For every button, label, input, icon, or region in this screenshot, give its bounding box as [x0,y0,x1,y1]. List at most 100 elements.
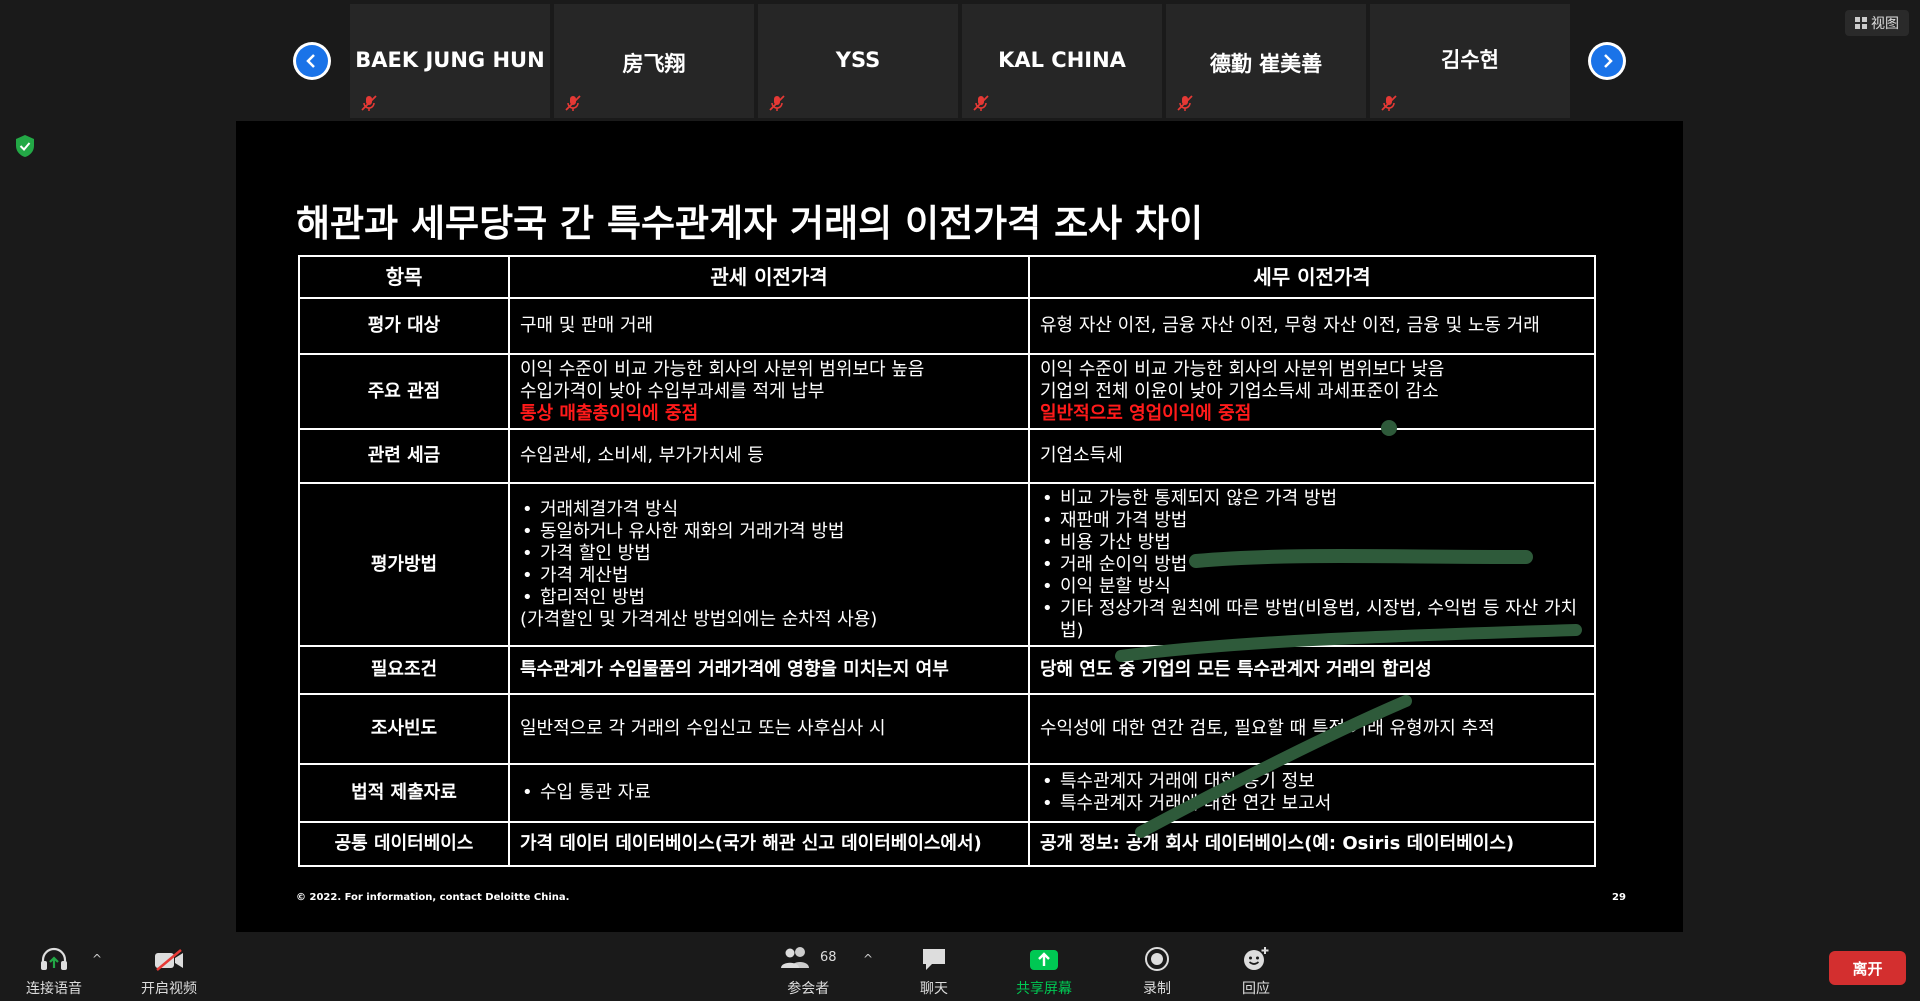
list-item: 거래체결가격 방식 [520,499,1018,521]
slide-footer: © 2022. For information, contact Deloitt… [296,892,570,903]
table-header-row: 항목 관세 이전가격 세무 이전가격 [298,255,1596,299]
column-header: 세무 이전가격 [1028,255,1596,299]
customs-cell: 구매 및 판매 거래 [508,297,1030,355]
row-label: 법적 제출자료 [298,763,510,823]
row-label: 관련 세금 [298,428,510,484]
list-item: 비용 가산 방법 [1040,532,1584,554]
participant-name: KAL CHINA [998,48,1126,72]
column-header: 항목 [298,255,510,299]
participant-tile[interactable]: 김수현 [1370,4,1570,118]
table-row: 평가방법 거래체결가격 방식 동일하거나 유사한 재화의 거래가격 방법 가격 … [298,482,1596,647]
row-label: 평가방법 [298,482,510,647]
start-video-button[interactable]: 开启视频 [141,942,197,998]
customs-cell: 수입 통관 자료 [508,763,1030,823]
cell-line: 수입가격이 낮아 수입부과세를 적게 납부 [520,380,825,402]
gallery-prev-button[interactable] [293,42,331,80]
table-row: 필요조건 특수관계가 수입물품의 거래가격에 영향을 미치는지 여부 당해 연도… [298,645,1596,695]
chat-label: 聊天 [920,981,948,997]
meeting-toolbar: 连接语音 ^ 开启视频 68 参会者 ^ 聊天 共享屏幕 录制 回应 [0,932,1920,1001]
record-button[interactable]: 录制 [1143,942,1171,998]
participant-gallery: BAEK JUNG HUN 房飞翔 YSS KAL CHINA 德勤 崔美善 김… [0,0,1920,121]
reactions-button[interactable]: 回应 [1242,942,1270,998]
participant-name: 김수현 [1441,48,1499,72]
participants-count: 68 [820,949,837,965]
participants-icon [781,947,809,968]
record-label: 录制 [1143,981,1171,997]
participants-options-caret[interactable]: ^ [863,952,873,966]
customs-cell: 수입관세, 소비세, 부가가치세 등 [508,428,1030,484]
document-list: 수입 통관 자료 [520,782,1018,804]
mic-muted-icon [1381,95,1397,111]
participant-tile[interactable]: 房飞翔 [554,4,754,118]
customs-cell: 일반적으로 각 거래의 수입신고 또는 사후심사 시 [508,693,1030,765]
slide-title: 해관과 세무당국 간 특수관계자 거래의 이전가격 조사 차이 [296,202,1204,245]
gallery-next-button[interactable] [1588,42,1626,80]
shared-screen: 해관과 세무당국 간 특수관계자 거래의 이전가격 조사 차이 항목 관세 이전… [236,121,1683,932]
table-row: 평가 대상 구매 및 판매 거래 유형 자산 이전, 금융 자산 이전, 무형 … [298,297,1596,355]
emoji-add-icon [1242,942,1270,972]
row-label: 평가 대상 [298,297,510,355]
participant-name: YSS [835,48,881,72]
participant-name: 房飞翔 [622,52,686,76]
tax-cell: 당해 연도 중 기업의 모든 특수관계자 거래의 합리성 [1028,645,1596,695]
list-item: 가격 할인 방법 [520,543,1018,565]
list-item: 이익 분할 방식 [1040,576,1584,598]
mic-muted-icon [973,95,989,111]
headphones-icon [39,942,69,972]
column-header: 관세 이전가격 [508,255,1030,299]
reactions-label: 回应 [1242,981,1270,997]
share-screen-button[interactable]: 共享屏幕 [1016,942,1072,998]
audio-options-caret[interactable]: ^ [92,952,102,966]
chat-button[interactable]: 聊天 [920,942,948,998]
table-row: 주요 관점 이익 수준이 비교 가능한 회사의 사분위 범위보다 높음 수입가격… [298,353,1596,430]
row-label: 필요조건 [298,645,510,695]
customs-cell: 거래체결가격 방식 동일하거나 유사한 재화의 거래가격 방법 가격 할인 방법… [508,482,1030,647]
tax-cell: 이익 수준이 비교 가능한 회사의 사분위 범위보다 낮음 기업의 전체 이윤이… [1028,353,1596,430]
grid-icon [1855,17,1867,29]
participant-tile[interactable]: 德勤 崔美善 [1166,4,1366,118]
mic-muted-icon [1177,95,1193,111]
mic-muted-icon [769,95,785,111]
cell-line: 기업의 전체 이윤이 낮아 기업소득세 과세표준이 감소 [1040,380,1439,402]
table-row: 법적 제출자료 수입 통관 자료 특수관계자 거래에 대한 동기 정보 특수관계… [298,763,1596,823]
list-item: 재판매 가격 방법 [1040,510,1584,532]
view-button[interactable]: 视图 [1845,10,1909,36]
participants-label: 参会者 [787,981,830,997]
list-item: 특수관계자 거래에 대한 동기 정보 [1040,771,1584,793]
list-item: 가격 계산법 [520,565,1018,587]
video-off-icon [153,942,185,972]
chat-icon [920,942,948,972]
participants-button[interactable]: 68 参会者 [780,942,837,998]
list-item: 특수관계자 거래에 대한 연간 보고서 [1040,793,1584,815]
security-shield-icon[interactable] [14,134,36,158]
list-item: 거래 순이익 방법 [1040,554,1584,576]
tax-cell: 유형 자산 이전, 금융 자산 이전, 무형 자산 이전, 금융 및 노동 거래 [1028,297,1596,355]
customs-cell: 가격 데이터 데이터베이스(국가 해관 신고 데이터베이스에서) [508,821,1030,867]
method-list: 거래체결가격 방식 동일하거나 유사한 재화의 거래가격 방법 가격 할인 방법… [520,499,1018,609]
row-label: 공통 데이터베이스 [298,821,510,867]
participant-name: 德勤 崔美善 [1209,52,1323,76]
tax-cell: 비교 가능한 통제되지 않은 가격 방법 재판매 가격 방법 비용 가산 방법 … [1028,482,1596,647]
table-row: 조사빈도 일반적으로 각 거래의 수입신고 또는 사후심사 시 수익성에 대한 … [298,693,1596,765]
cell-emphasis: 통상 매출총이익에 중점 [520,402,699,424]
participant-tile[interactable]: YSS [758,4,958,118]
tax-cell: 기업소득세 [1028,428,1596,484]
table-row: 관련 세금 수입관세, 소비세, 부가가치세 등 기업소득세 [298,428,1596,484]
join-audio-button[interactable]: 连接语音 [26,942,82,998]
list-item: 합리적인 방법 [520,587,1018,609]
tax-cell: 공개 정보: 공개 회사 데이터베이스(예: Osiris 데이터베이스) [1028,821,1596,867]
share-screen-label: 共享屏幕 [1016,981,1072,997]
leave-meeting-button[interactable]: 离开 [1829,951,1906,985]
chevron-left-icon [296,45,328,77]
share-screen-icon [1029,942,1059,972]
row-label: 주요 관점 [298,353,510,430]
cell-line: 이익 수준이 비교 가능한 회사의 사분위 범위보다 높음 [520,358,925,380]
customs-cell: 특수관계가 수입물품의 거래가격에 영향을 미치는지 여부 [508,645,1030,695]
join-audio-label: 连接语音 [26,981,82,997]
cell-emphasis: 일반적으로 영업이익에 중점 [1040,402,1252,424]
participant-tile[interactable]: BAEK JUNG HUN [350,4,550,118]
participant-tile[interactable]: KAL CHINA [962,4,1162,118]
tax-cell: 특수관계자 거래에 대한 동기 정보 특수관계자 거래에 대한 연간 보고서 [1028,763,1596,823]
mic-muted-icon [565,95,581,111]
start-video-label: 开启视频 [141,981,197,997]
